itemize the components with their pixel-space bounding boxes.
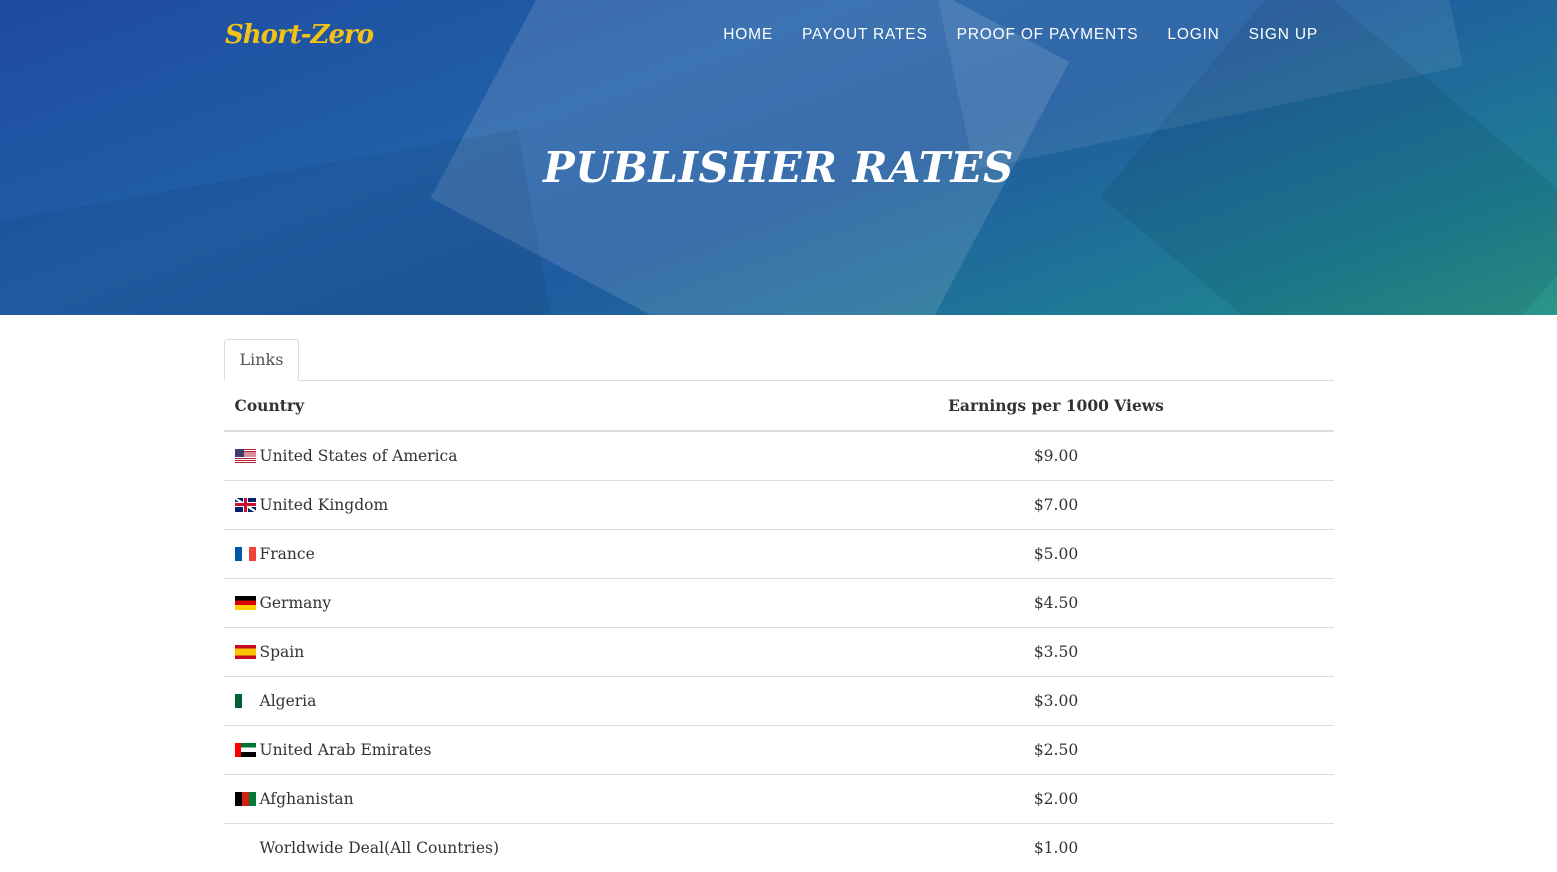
- rate-cell: $7.00: [778, 479, 1334, 529]
- table-row: Worldwide Deal(All Countries) $1.00: [223, 822, 1334, 872]
- table-row: United Arab Emirates $2.50: [223, 724, 1334, 774]
- country-cell: Spain: [223, 626, 779, 676]
- country-cell: Germany: [223, 577, 779, 627]
- tab-links[interactable]: Links: [223, 339, 300, 381]
- rate-cell: $3.00: [778, 675, 1334, 725]
- germany-flag-icon: [234, 595, 256, 610]
- uae-flag-icon: [234, 742, 256, 757]
- country-name: United Arab Emirates: [259, 740, 432, 759]
- country-cell: United Arab Emirates: [223, 724, 779, 774]
- nav-sign-up[interactable]: SIGN UP: [1249, 26, 1318, 44]
- column-country: Country: [223, 381, 779, 432]
- logo[interactable]: Short-Zero: [225, 20, 374, 50]
- algeria-flag-icon: [234, 693, 249, 708]
- us-flag-icon: [234, 448, 256, 463]
- country-name: United Kingdom: [259, 495, 389, 514]
- tabs: Links: [223, 339, 1334, 381]
- table-row: United Kingdom $7.00: [223, 479, 1334, 529]
- table-row: Germany $4.50: [223, 577, 1334, 627]
- table-header: Country Earnings per 1000 Views: [223, 381, 1334, 432]
- nav-login[interactable]: LOGIN: [1167, 26, 1219, 44]
- table-row: Spain $3.50: [223, 626, 1334, 676]
- country-cell: United States of America: [224, 431, 779, 480]
- table-row: Algeria $3.00: [223, 675, 1334, 725]
- afghanistan-flag-icon: [234, 791, 256, 806]
- rate-cell: $4.50: [778, 577, 1334, 627]
- country-name: Algeria: [259, 691, 317, 710]
- hero-banner: Short-Zero HOME PAYOUT RATES PROOF OF PA…: [0, 0, 1557, 315]
- country-cell: Afghanistan: [223, 773, 779, 823]
- country-cell: United Kingdom: [223, 479, 779, 529]
- rate-cell: $2.50: [778, 724, 1334, 774]
- rates-table: Country Earnings per 1000 Views United S…: [223, 381, 1334, 872]
- column-earnings: Earnings per 1000 Views: [778, 381, 1334, 432]
- country-name: Afghanistan: [259, 789, 354, 808]
- rate-cell: $9.00: [1033, 446, 1079, 465]
- nav-payout-rates[interactable]: PAYOUT RATES: [802, 26, 928, 44]
- navbar: Short-Zero HOME PAYOUT RATES PROOF OF PA…: [225, 0, 1332, 70]
- country-name: Spain: [259, 642, 305, 661]
- country-name: France: [259, 544, 315, 563]
- rate-cell: $5.00: [778, 528, 1334, 578]
- country-cell: Algeria: [223, 675, 779, 725]
- table-row: United States of America $9.00: [224, 431, 1334, 480]
- table-row: Afghanistan $2.00: [223, 773, 1334, 823]
- france-flag-icon: [234, 546, 256, 561]
- spain-flag-icon: [234, 644, 256, 659]
- country-name: Worldwide Deal(All Countries): [259, 838, 500, 857]
- country-cell: Worldwide Deal(All Countries): [223, 822, 779, 872]
- nav-proof-of-payments[interactable]: PROOF OF PAYMENTS: [957, 26, 1139, 44]
- rate-cell: $1.00: [778, 822, 1334, 872]
- country-name: United States of America: [259, 446, 458, 465]
- uk-flag-icon: [234, 497, 256, 512]
- country-cell: France: [223, 528, 779, 578]
- rate-cell: $2.00: [778, 773, 1334, 823]
- page-title: PUBLISHER RATES: [543, 143, 1014, 192]
- nav-home[interactable]: HOME: [723, 26, 773, 44]
- rate-cell: $3.50: [778, 626, 1334, 676]
- rates-container: Links Country Earnings per 1000 Views Un…: [223, 339, 1334, 872]
- nav-menu: HOME PAYOUT RATES PROOF OF PAYMENTS LOGI…: [723, 26, 1318, 44]
- country-name: Germany: [259, 593, 332, 612]
- table-row: France $5.00: [223, 528, 1334, 578]
